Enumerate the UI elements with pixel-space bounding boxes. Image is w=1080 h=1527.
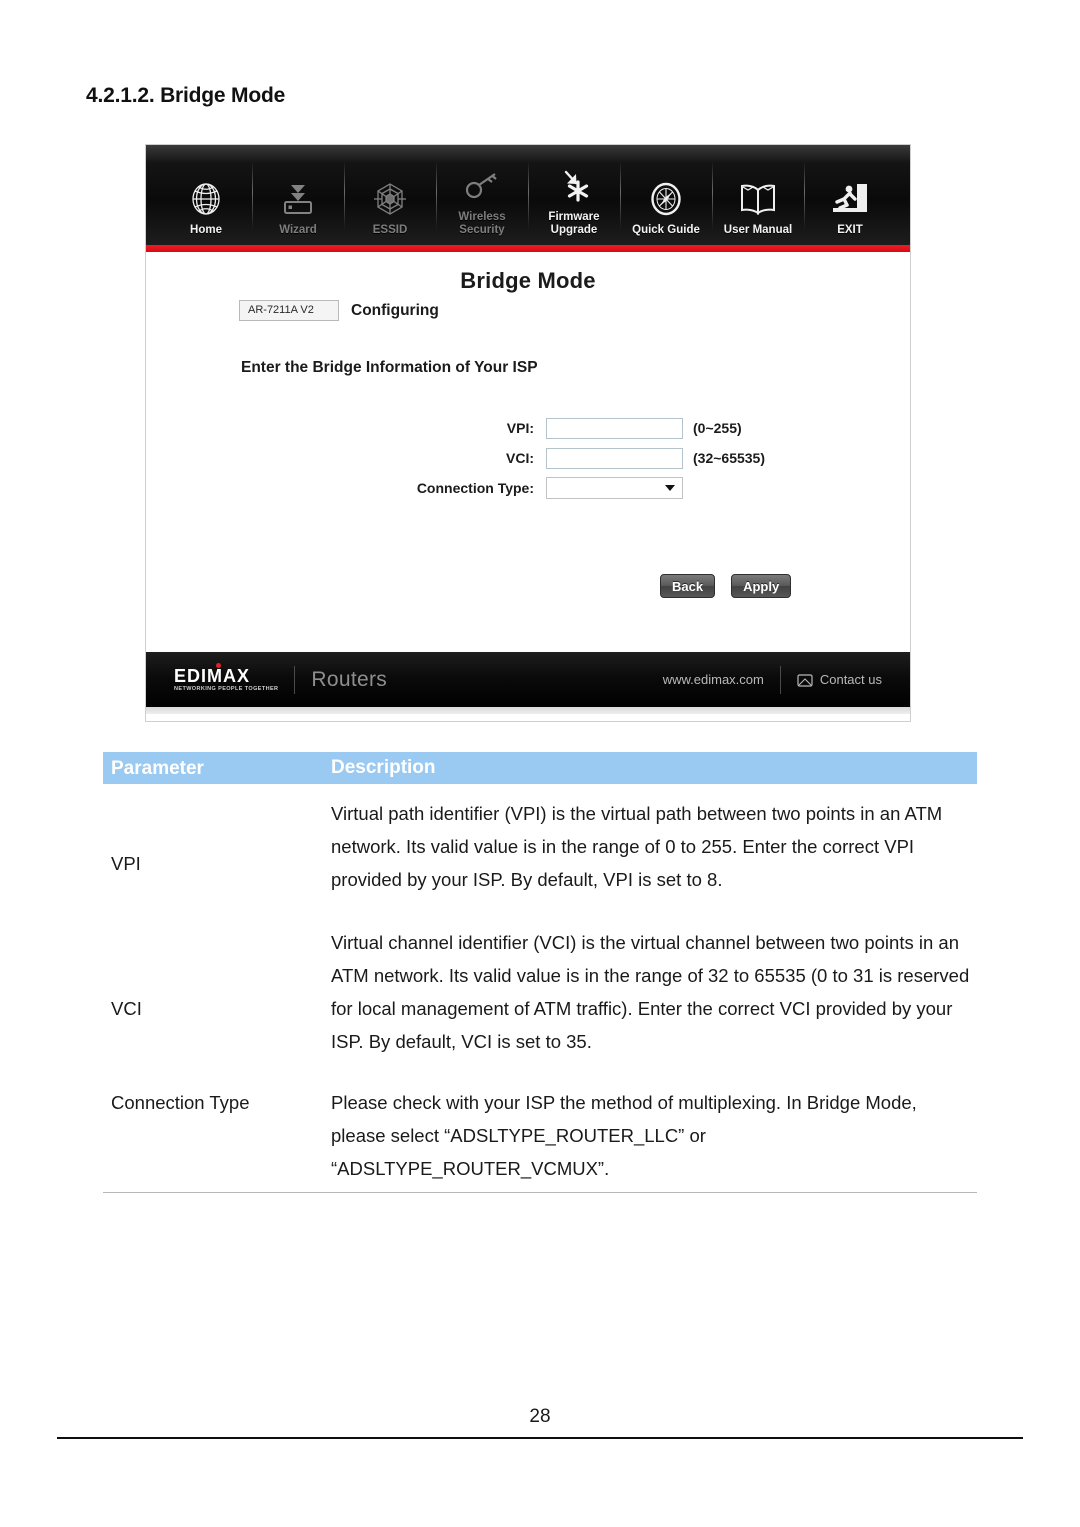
toolbar-label: ESSID	[372, 223, 408, 236]
form-row-vci: VCI: (32~65535)	[384, 447, 765, 469]
connection-type-select[interactable]	[546, 477, 683, 499]
toolbar-item-essid[interactable]: ESSID	[344, 145, 436, 245]
brand-tagline: NETWORKING PEOPLE TOGETHER	[174, 685, 279, 692]
footer-rule	[57, 1437, 1023, 1439]
status-text: Configuring	[351, 302, 439, 319]
chevron-down-icon	[665, 485, 675, 491]
vci-input[interactable]	[546, 447, 683, 469]
toolbar-label: Firmware Upgrade	[548, 211, 600, 236]
toolbar-label: Home	[190, 223, 222, 236]
table-header-row: Parameter Description	[103, 752, 977, 784]
brand-name: EDIMAX	[174, 665, 251, 686]
bridge-form: VPI: (0~255) VCI: (32~65535) Connection …	[384, 417, 765, 507]
cell-parameter: VCI	[111, 998, 142, 1019]
compass-icon	[648, 178, 684, 220]
toolbar-item-wireless-security[interactable]: Wireless Security	[436, 145, 528, 245]
toolbar-item-home[interactable]: Home	[160, 145, 252, 245]
table-row: VCI Virtual channel identifier (VCI) is …	[103, 926, 977, 1058]
vpi-range-hint: (0~255)	[693, 420, 742, 436]
header-cell-description: Description	[331, 757, 436, 778]
cell-description: Please check with your ISP the method of…	[331, 1092, 917, 1179]
key-icon	[464, 165, 500, 207]
router-toolbar: Home Wizard ESSID Wireless Security Firm…	[146, 145, 910, 245]
form-actions: Back Apply	[660, 574, 792, 598]
model-badge: AR-7211A V2	[239, 300, 339, 321]
header-cell-parameter: Parameter	[111, 758, 204, 779]
toolbar-label: User Manual	[723, 223, 793, 236]
instruction-text: Enter the Bridge Information of Your ISP	[241, 359, 538, 376]
router-content-panel: Bridge Mode AR-7211A V2 Configuring Ente…	[146, 252, 910, 652]
toolbar-item-user-manual[interactable]: User Manual	[712, 145, 804, 245]
logo-dot-icon	[216, 662, 221, 668]
footer-divider-2	[779, 665, 781, 694]
website-link[interactable]: www.edimax.com	[663, 672, 764, 687]
footer-divider	[294, 665, 296, 694]
accent-bar	[146, 245, 910, 252]
vpi-label: VPI:	[506, 420, 534, 436]
toolbar-item-firmware-upgrade[interactable]: Firmware Upgrade	[528, 145, 620, 245]
globe-icon	[188, 178, 224, 220]
table-bottom-rule	[103, 1192, 977, 1193]
page-number: 28	[529, 1406, 551, 1427]
table-row: VPI Virtual path identifier (VPI) is the…	[103, 797, 977, 896]
form-row-vpi: VPI: (0~255)	[384, 417, 765, 439]
essid-web-icon	[372, 178, 408, 220]
toolbar-item-wizard[interactable]: Wizard	[252, 145, 344, 245]
product-category: Routers	[311, 667, 388, 691]
cell-description: Virtual channel identifier (VCI) is the …	[331, 932, 970, 1052]
parameter-table: Parameter Description VPI Virtual path i…	[103, 752, 977, 1193]
page-title: 4.2.1.2. Bridge Mode	[86, 84, 286, 107]
apply-button[interactable]: Apply	[731, 574, 792, 598]
toolbar-label: Quick Guide	[632, 223, 700, 236]
vpi-input[interactable]	[546, 417, 683, 439]
firmware-upgrade-icon	[556, 165, 592, 207]
cell-description: Virtual path identifier (VPI) is the vir…	[331, 803, 943, 890]
toolbar-item-exit[interactable]: EXIT	[804, 145, 896, 245]
toolbar-label: Wireless Security	[458, 211, 506, 236]
toolbar-label: EXIT	[837, 223, 863, 236]
connection-type-label: Connection Type:	[416, 480, 534, 496]
envelope-icon	[797, 673, 813, 687]
form-row-connection-type: Connection Type:	[384, 477, 765, 499]
router-ui-screenshot: Home Wizard ESSID Wireless Security Firm…	[146, 145, 910, 721]
table-row: Connection Type Please check with your I…	[103, 1086, 977, 1185]
contact-us-label: Contact us	[819, 672, 882, 687]
contact-us-link[interactable]: Contact us	[797, 672, 882, 687]
router-footer: EDIMAX NETWORKING PEOPLE TOGETHER Router…	[146, 652, 910, 707]
wizard-download-icon	[280, 178, 316, 220]
toolbar-label: Wizard	[279, 223, 317, 236]
toolbar-item-quick-guide[interactable]: Quick Guide	[620, 145, 712, 245]
open-book-icon	[738, 178, 778, 220]
exit-running-person-icon	[831, 178, 869, 220]
cell-parameter: Connection Type	[111, 1092, 250, 1113]
cell-parameter: VPI	[111, 853, 141, 874]
bottom-bar	[146, 707, 910, 714]
back-button[interactable]: Back	[660, 574, 716, 598]
vci-label: VCI:	[506, 450, 534, 466]
footer-links: www.edimax.com Contact us	[663, 665, 882, 694]
vci-range-hint: (32~65535)	[693, 450, 766, 466]
router-page-title: Bridge Mode	[460, 268, 596, 293]
edimax-logo: EDIMAX NETWORKING PEOPLE TOGETHER	[174, 662, 279, 693]
